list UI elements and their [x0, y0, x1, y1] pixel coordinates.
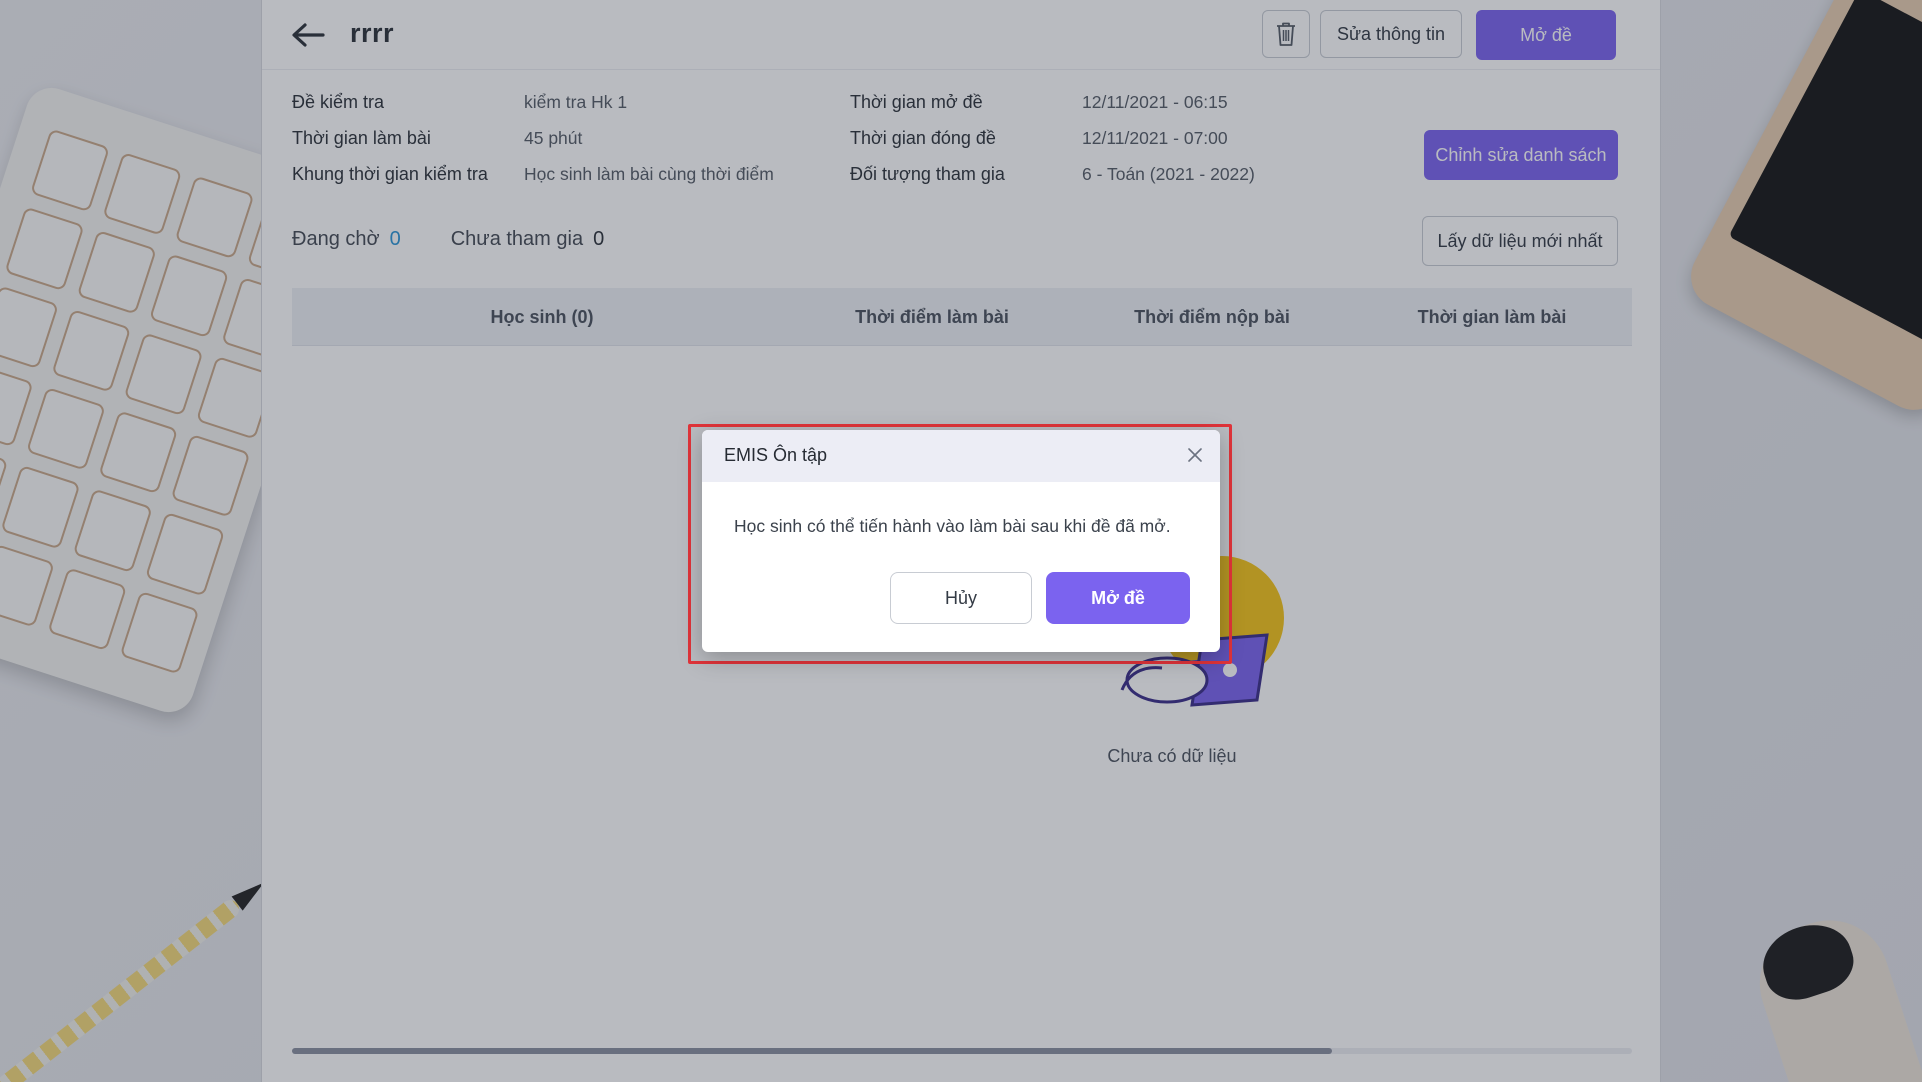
dialog-message: Học sinh có thể tiến hành vào làm bài sa…	[734, 516, 1171, 536]
dialog-title: EMIS Ôn tập	[724, 445, 828, 465]
confirm-open-dialog: EMIS Ôn tập Học sinh có thể tiến hành và…	[702, 430, 1220, 652]
close-icon	[1188, 448, 1202, 462]
cancel-button[interactable]: Hủy	[890, 572, 1032, 624]
close-button[interactable]	[1182, 442, 1208, 468]
dialog-header: EMIS Ôn tập	[702, 430, 1220, 482]
confirm-open-button[interactable]: Mở đề	[1046, 572, 1190, 624]
